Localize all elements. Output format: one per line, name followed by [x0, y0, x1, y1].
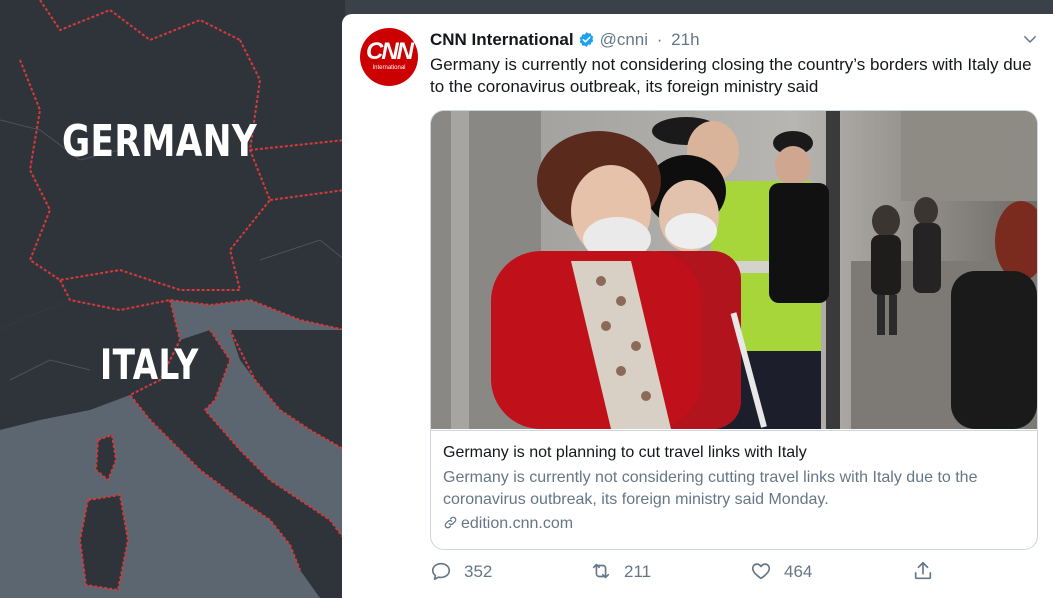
share-icon: [914, 561, 932, 580]
retweet-icon: [592, 563, 610, 579]
author-handle[interactable]: @cnni: [600, 30, 648, 49]
author-name[interactable]: CNN International: [430, 30, 574, 49]
tweet-time[interactable]: 21h: [671, 30, 699, 49]
reply-button[interactable]: 352: [430, 560, 492, 584]
avatar[interactable]: CNN International: [360, 28, 418, 86]
like-button[interactable]: 464: [750, 560, 812, 584]
tweet-card[interactable]: CNN International CNN International @cnn…: [342, 14, 1053, 598]
europe-map: GERMANY ITALY: [0, 0, 345, 598]
heart-icon: [751, 563, 771, 580]
italy-label: ITALY: [100, 340, 199, 389]
chevron-down-icon[interactable]: [1021, 30, 1039, 48]
card-domain-text: edition.cnn.com: [461, 515, 574, 532]
retweet-button[interactable]: 211: [590, 560, 651, 584]
tweet-header: CNN International @cnni · 21h: [430, 28, 700, 52]
card-description: Germany is currently not considering cut…: [443, 469, 978, 508]
link-preview-card[interactable]: Germany is not planning to cut travel li…: [430, 110, 1038, 550]
retweet-count: 211: [624, 562, 652, 581]
cnn-logo-subtext: International: [372, 65, 406, 71]
reply-icon: [431, 562, 451, 581]
share-button[interactable]: [912, 560, 946, 584]
germany-label: GERMANY: [62, 116, 258, 167]
map-graphic: [0, 0, 345, 598]
card-meta: Germany is not planning to cut travel li…: [431, 430, 1037, 549]
card-domain[interactable]: edition.cnn.com: [443, 513, 573, 535]
tweet-actions: 352 211 464: [430, 560, 1030, 584]
reply-count: 352: [464, 562, 493, 581]
cnn-logo: CNN: [366, 38, 414, 65]
header-separator: ·: [656, 30, 663, 49]
like-count: 464: [784, 562, 813, 581]
news-photo: [431, 111, 1037, 429]
tweet-text: Germany is currently not considering clo…: [430, 55, 1032, 96]
verified-badge-icon: [579, 32, 593, 47]
card-title[interactable]: Germany is not planning to cut travel li…: [443, 442, 807, 464]
link-icon: [444, 516, 457, 529]
